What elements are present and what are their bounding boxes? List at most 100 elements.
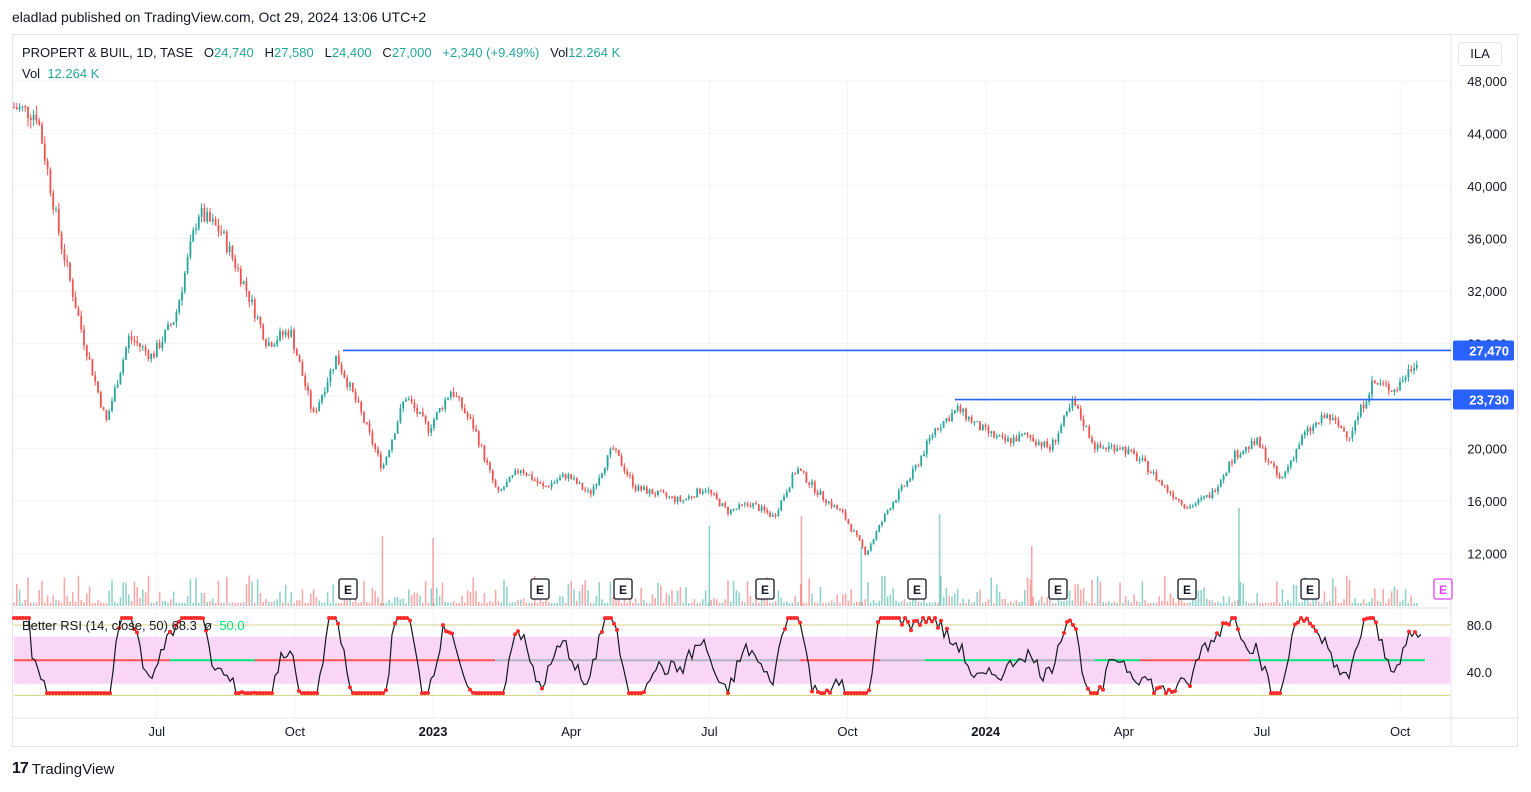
volume-bar bbox=[483, 593, 486, 606]
candle-body bbox=[1368, 394, 1371, 403]
volume-bar bbox=[1133, 594, 1135, 606]
volume-bar bbox=[223, 602, 225, 606]
volume-bar bbox=[805, 602, 808, 606]
candle-body bbox=[1371, 380, 1373, 395]
time-tick-label: Oct bbox=[837, 724, 858, 739]
rsi-legend-mid: 50.0 bbox=[219, 618, 245, 633]
volume-bar bbox=[60, 602, 63, 606]
volume-legend[interactable]: Vol 12.264 K bbox=[22, 66, 99, 81]
volume-bar bbox=[528, 602, 530, 606]
volume-bar bbox=[898, 602, 900, 606]
volume-bar bbox=[158, 591, 161, 606]
candle-body bbox=[1287, 466, 1289, 472]
legend-symbol[interactable]: PROPERT & BUIL, 1D, TASE bbox=[22, 45, 193, 60]
candle-body bbox=[209, 212, 211, 222]
volume-bar bbox=[55, 599, 57, 606]
volume-bar bbox=[996, 584, 998, 606]
candle-body bbox=[161, 341, 164, 348]
volume-bar bbox=[304, 602, 306, 606]
candle-body bbox=[1214, 490, 1217, 492]
candle-body bbox=[242, 281, 245, 285]
candle-body bbox=[564, 474, 567, 479]
candle-body bbox=[973, 421, 976, 423]
candle-body bbox=[788, 487, 791, 493]
volume-bar bbox=[1281, 589, 1284, 606]
volume-bar bbox=[1012, 602, 1015, 606]
volume-bar bbox=[1368, 601, 1370, 606]
candle-body bbox=[858, 534, 861, 541]
candle-body bbox=[1292, 458, 1295, 461]
candle-body bbox=[1141, 457, 1144, 460]
volume-bar bbox=[338, 602, 340, 606]
candle-body bbox=[1200, 497, 1203, 500]
volume-bar bbox=[609, 582, 612, 606]
candle-body bbox=[615, 449, 617, 451]
candle-body bbox=[822, 491, 825, 500]
volume-bar bbox=[1346, 575, 1348, 606]
volume-bar bbox=[514, 602, 516, 606]
currency-button[interactable]: ILA bbox=[1458, 42, 1502, 66]
candle-body bbox=[354, 391, 357, 401]
candle-body bbox=[1054, 439, 1057, 442]
candle-body bbox=[256, 316, 259, 319]
candle-body bbox=[189, 241, 192, 257]
candle-body bbox=[1035, 441, 1037, 445]
volume-bar bbox=[318, 600, 320, 606]
volume-bar bbox=[307, 602, 309, 606]
volume-bar bbox=[1007, 603, 1009, 606]
rsi-extreme-point bbox=[1296, 620, 1300, 625]
candle-body bbox=[771, 514, 774, 517]
candle-body bbox=[77, 308, 80, 316]
volume-bar bbox=[1273, 601, 1275, 606]
volume-bar bbox=[676, 590, 679, 606]
candle-body bbox=[589, 490, 592, 495]
volume-bar bbox=[973, 601, 976, 606]
candle-body bbox=[1194, 503, 1197, 507]
volume-bar bbox=[1141, 581, 1144, 606]
candle-body bbox=[379, 453, 382, 469]
candle-body bbox=[886, 510, 889, 514]
volume-bar bbox=[1290, 602, 1292, 606]
candle-body bbox=[262, 324, 265, 340]
volume-bar bbox=[209, 601, 211, 606]
candle-body bbox=[38, 120, 41, 125]
volume-bar bbox=[234, 602, 236, 606]
volume-bar bbox=[570, 581, 572, 606]
volume-bar bbox=[321, 602, 323, 606]
candle-body bbox=[1026, 433, 1029, 436]
volume-bar bbox=[212, 598, 214, 606]
volume-bar bbox=[1267, 602, 1270, 606]
volume-bar bbox=[83, 602, 85, 606]
volume-bar bbox=[1231, 602, 1233, 606]
volume-bar bbox=[850, 589, 852, 606]
volume-bar bbox=[934, 601, 936, 606]
volume-bar bbox=[200, 593, 203, 606]
candle-body bbox=[1009, 438, 1012, 444]
volume-bar bbox=[556, 602, 558, 606]
volume-bar bbox=[632, 602, 634, 606]
volume-bar bbox=[833, 602, 836, 606]
candle-body bbox=[861, 540, 864, 547]
time-tick-label: Apr bbox=[561, 724, 582, 739]
legend-low: 24,400 bbox=[331, 45, 372, 60]
footer-brand[interactable]: 17 TradingView bbox=[12, 760, 114, 778]
candle-body bbox=[760, 506, 763, 511]
candle-body bbox=[1264, 447, 1267, 461]
rsi-legend[interactable]: Better RSI (14, close, 50) 68.3 ø 50.0 bbox=[22, 618, 245, 633]
volume-bar bbox=[626, 602, 628, 606]
volume-bar bbox=[408, 589, 410, 606]
volume-bar bbox=[1068, 590, 1071, 606]
volume-bar bbox=[66, 595, 68, 606]
volume-bar bbox=[844, 593, 847, 606]
candle-body bbox=[755, 503, 757, 505]
volume-bar bbox=[786, 601, 788, 606]
volume-bar bbox=[1301, 602, 1303, 606]
time-tick-label: Oct bbox=[285, 724, 306, 739]
candle-body bbox=[147, 350, 150, 360]
candle-body bbox=[32, 114, 35, 120]
chart-canvas[interactable]: 48,00044,00040,00036,00032,00028,00024,0… bbox=[0, 0, 1531, 792]
candle-body bbox=[475, 428, 477, 432]
candle-body bbox=[1281, 476, 1284, 479]
candle-body bbox=[1169, 491, 1172, 494]
candle-body bbox=[343, 371, 346, 378]
